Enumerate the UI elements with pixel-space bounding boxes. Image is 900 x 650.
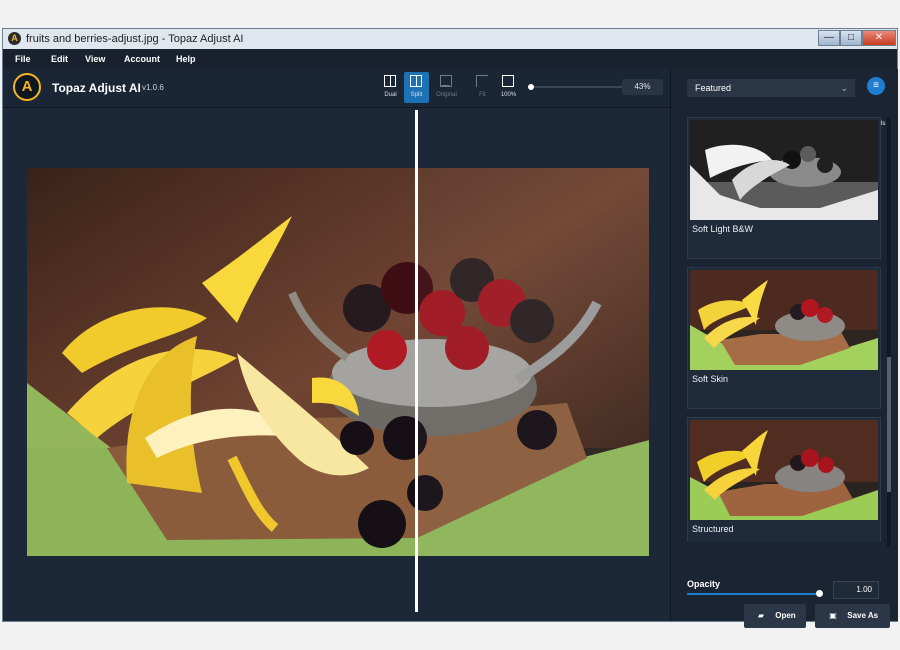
window-title: fruits and berries-adjust.jpg - Topaz Ad…: [26, 33, 244, 45]
menu-account[interactable]: Account: [124, 54, 160, 64]
menu-help[interactable]: Help: [176, 54, 196, 64]
dual-view-icon: [384, 75, 396, 87]
preset-label-soft-skin: Soft Skin: [692, 374, 729, 384]
save-as-button[interactable]: ▣ Save As: [815, 604, 890, 628]
actual-size-label: 100%: [500, 92, 517, 98]
original-image-icon: [440, 75, 452, 87]
zoom-slider-thumb[interactable]: [528, 84, 534, 90]
preset-scrollbar[interactable]: [887, 117, 891, 547]
right-sidebar: Featured ⌄ ≡ Controls: [670, 69, 898, 628]
opacity-slider-track[interactable]: [687, 593, 819, 595]
close-window-button[interactable]: ✕: [862, 30, 896, 46]
preset-thumb-bw: [690, 120, 878, 220]
actual-size-icon: [502, 75, 514, 87]
dual-view-button[interactable]: Dual: [378, 72, 403, 103]
split-view-button[interactable]: Split: [404, 72, 429, 103]
preset-thumb-structured: [690, 420, 878, 520]
zoom-value[interactable]: 43%: [622, 79, 663, 95]
app-version: v1.0.6: [142, 83, 164, 92]
folder-icon: ▰: [757, 611, 765, 620]
opacity-label: Opacity: [687, 579, 721, 589]
preset-structured[interactable]: Structured: [687, 417, 881, 542]
maximize-button[interactable]: □: [840, 30, 862, 46]
menu-view[interactable]: View: [85, 54, 105, 64]
title-app-icon: A: [8, 32, 21, 45]
split-divider-handle[interactable]: [415, 110, 418, 612]
open-button[interactable]: ▰ Open: [744, 604, 806, 628]
fruit-photo-svg: [27, 168, 649, 556]
preset-soft-light-bw[interactable]: Soft Light B&W: [687, 117, 881, 259]
preset-category-dropdown[interactable]: Featured ⌄: [687, 79, 855, 97]
top-toolbar: A Topaz Adjust AI v1.0.6 Dual Split Orig…: [3, 69, 670, 108]
preset-soft-skin[interactable]: Soft Skin: [687, 267, 881, 409]
opacity-slider-thumb[interactable]: [816, 590, 823, 597]
app-name: Topaz Adjust AI: [52, 81, 141, 95]
split-view-label: Split: [410, 92, 423, 98]
dual-view-label: Dual: [384, 92, 397, 98]
preset-label-bw: Soft Light B&W: [692, 224, 754, 234]
split-view-icon: [410, 75, 422, 87]
chevron-down-icon: ⌄: [840, 83, 848, 93]
original-view-button[interactable]: Original: [434, 72, 459, 103]
image-canvas[interactable]: [6, 108, 670, 620]
opacity-value-input[interactable]: 1.00: [833, 581, 879, 599]
menu-bar: File Edit View Account Help: [3, 49, 897, 69]
save-as-button-label: Save As: [847, 611, 879, 620]
preset-category-value: Featured: [695, 83, 732, 93]
menu-edit[interactable]: Edit: [51, 54, 68, 64]
zoom-slider-track[interactable]: [530, 86, 624, 88]
title-bar[interactable]: A fruits and berries-adjust.jpg - Topaz …: [3, 29, 897, 49]
open-button-label: Open: [775, 611, 796, 620]
preview-image: [27, 168, 649, 556]
menu-file[interactable]: File: [15, 54, 31, 64]
preset-thumb-soft-skin: [690, 270, 878, 370]
minimize-button[interactable]: —: [818, 30, 840, 46]
fit-screen-icon: [476, 75, 488, 87]
actual-size-button[interactable]: 100%: [496, 72, 521, 103]
fit-label: Fit: [479, 92, 486, 98]
preset-list: Soft Light B&W Soft Skin Structured: [687, 117, 881, 542]
save-icon: ▣: [829, 611, 837, 620]
fit-button[interactable]: Fit: [470, 72, 495, 103]
preset-image-bw: [690, 120, 878, 220]
preset-image-soft-skin: [690, 270, 878, 370]
app-window: A fruits and berries-adjust.jpg - Topaz …: [2, 28, 898, 628]
topaz-logo-icon: A: [13, 73, 41, 101]
preset-label-structured: Structured: [692, 524, 734, 534]
preset-image-structured: [690, 420, 878, 520]
original-view-label: Original: [436, 92, 457, 98]
controls-icon[interactable]: ≡: [867, 77, 885, 95]
preset-scroll-thumb[interactable]: [887, 357, 891, 492]
